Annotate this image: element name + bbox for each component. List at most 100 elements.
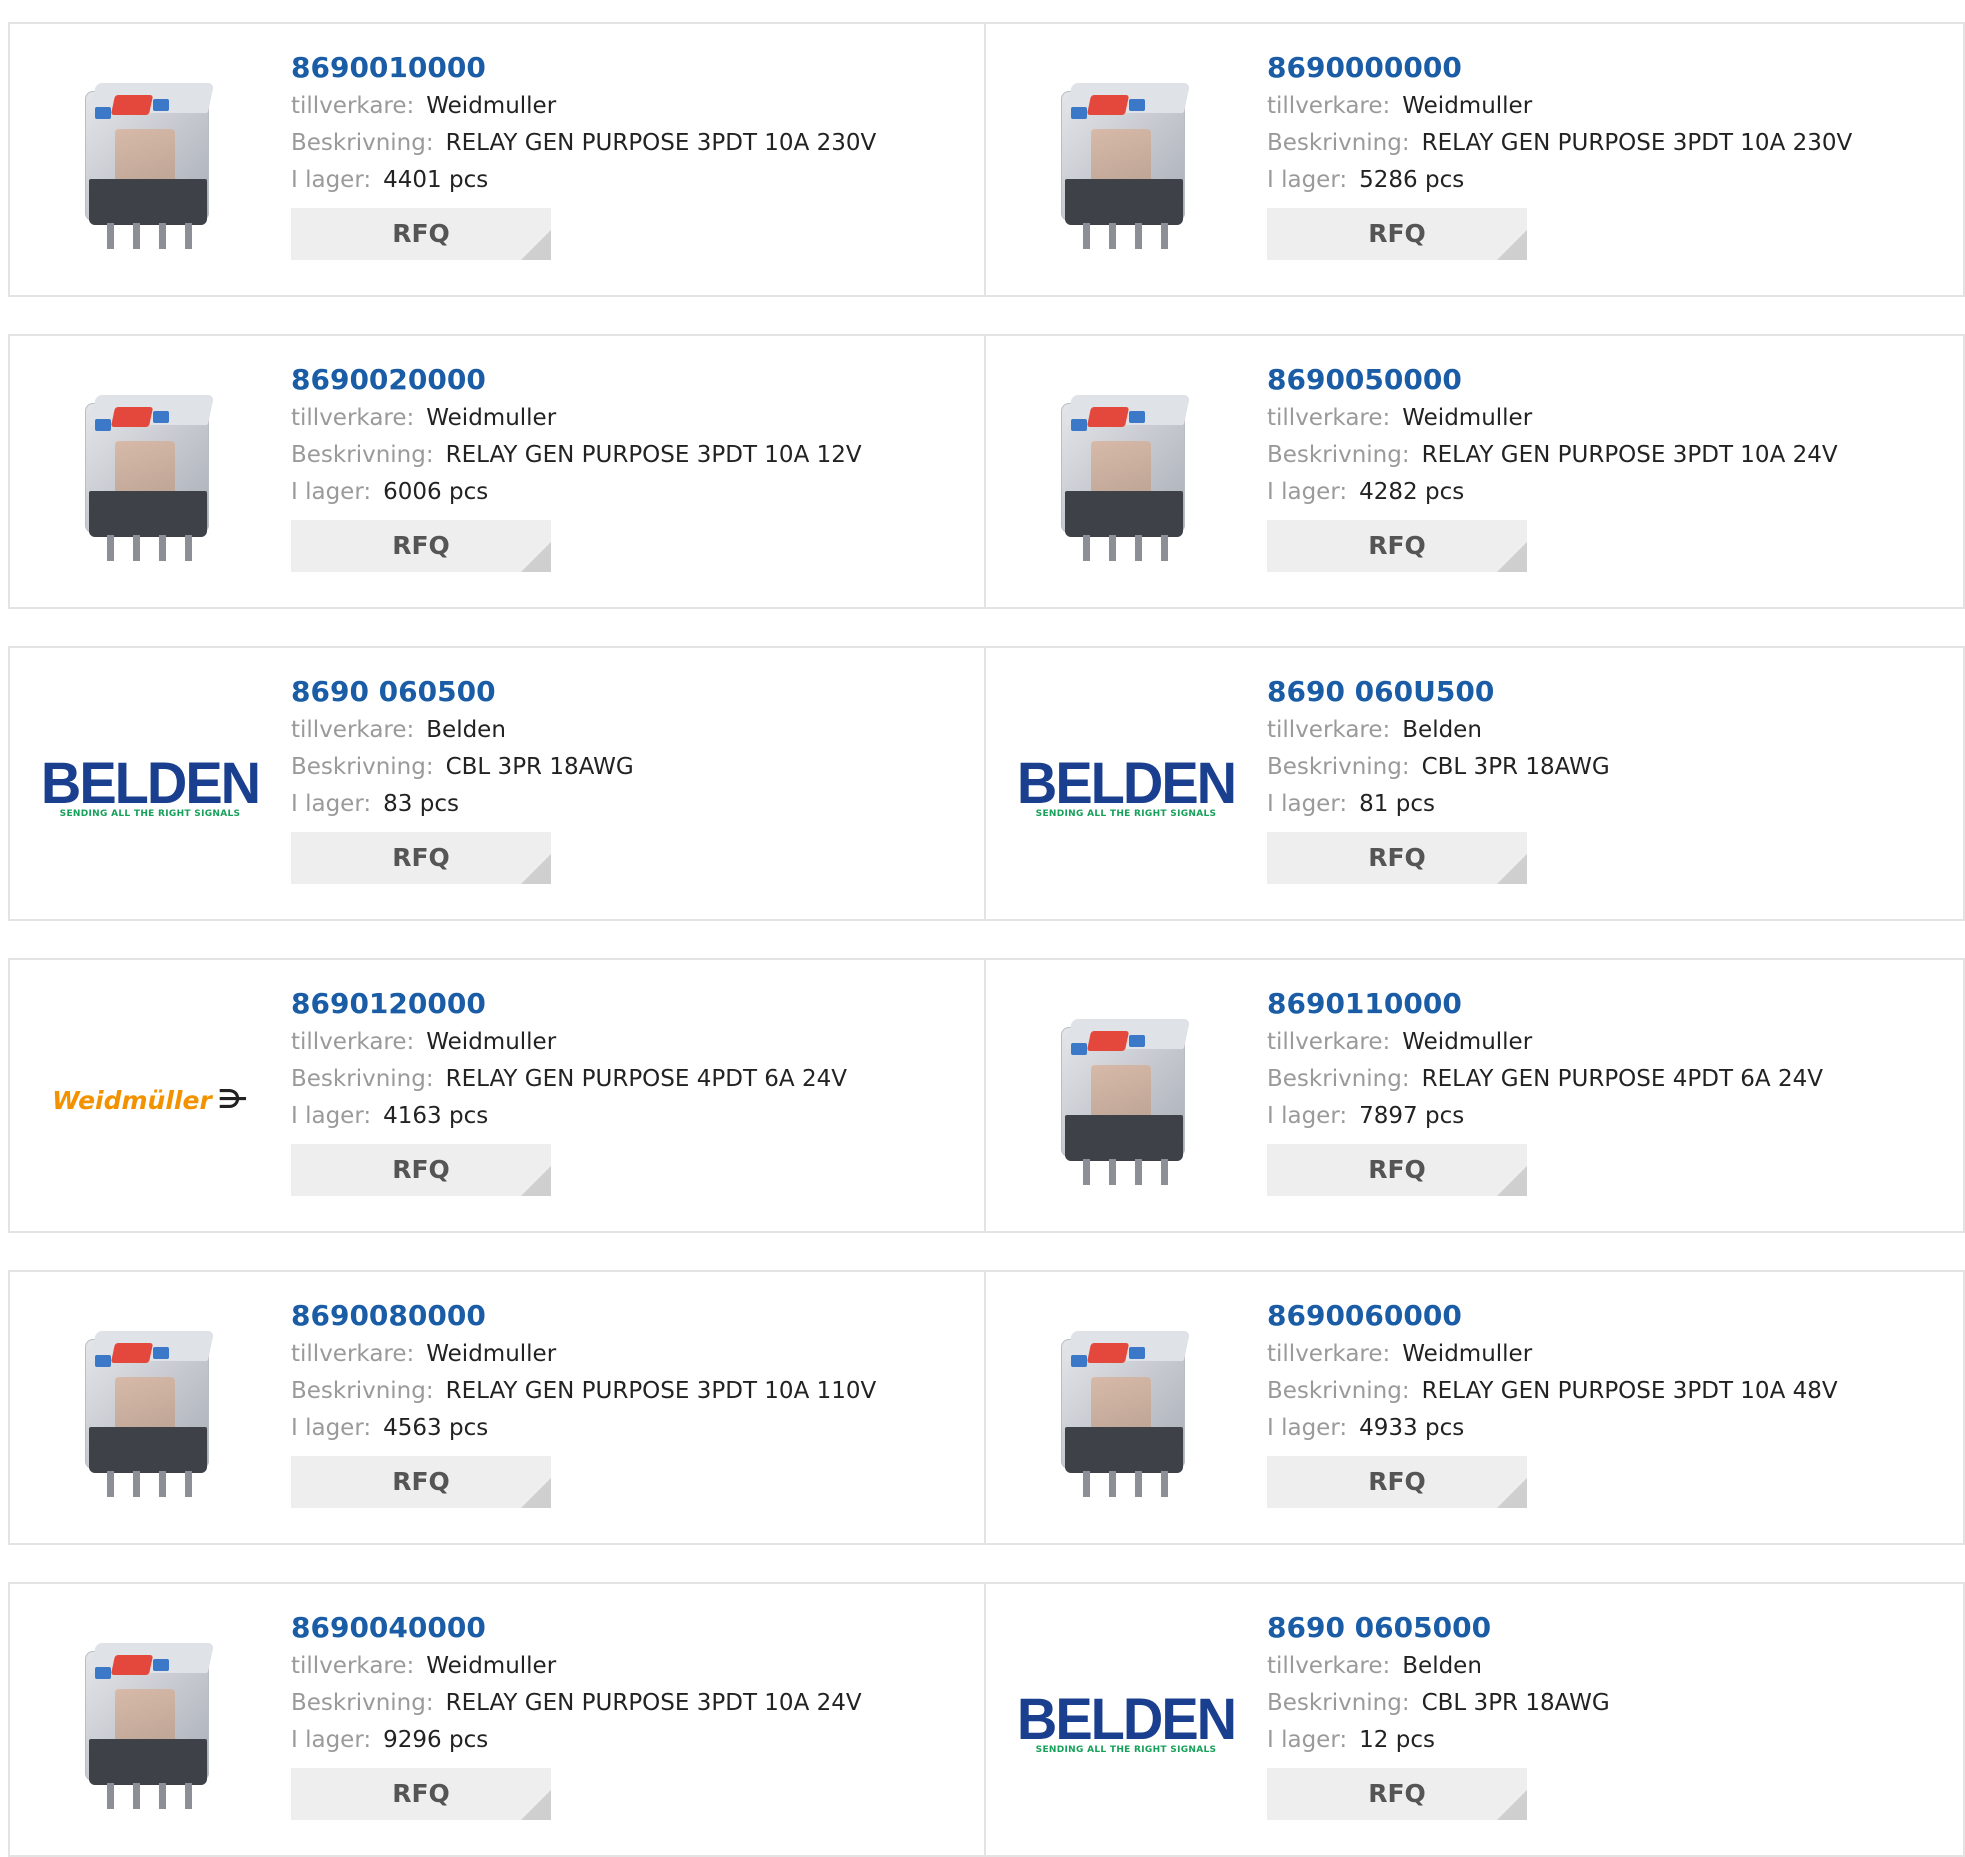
- product-card: 8690000000 tillverkare: Weidmuller Beskri…: [986, 22, 1965, 297]
- manufacturer-row: tillverkare: Weidmuller: [1267, 1024, 1953, 1061]
- stock-value: 4933 pcs: [1359, 1415, 1465, 1441]
- rfq-button[interactable]: RFQ: [1267, 1456, 1527, 1508]
- relay-product-image[interactable]: [75, 381, 225, 571]
- product-thumbnail[interactable]: BELDEN SENDING ALL THE RIGHT SIGNALS: [1017, 1624, 1237, 1824]
- relay-pin: [159, 223, 166, 249]
- description-value: RELAY GEN PURPOSE 3PDT 10A 24V: [1421, 442, 1838, 468]
- product-card: 8690060000 tillverkare: Weidmuller Beskri…: [986, 1270, 1965, 1545]
- product-thumbnail[interactable]: [1026, 64, 1226, 264]
- part-number-link[interactable]: 8690080000: [291, 1296, 974, 1336]
- part-number-link[interactable]: 8690020000: [291, 360, 974, 400]
- stock-value: 7897 pcs: [1359, 1103, 1465, 1129]
- relay-blue-indicator: [153, 99, 169, 111]
- belden-logo[interactable]: BELDEN SENDING ALL THE RIGHT SIGNALS: [1017, 1689, 1237, 1755]
- description-value: RELAY GEN PURPOSE 4PDT 6A 24V: [1421, 1066, 1823, 1092]
- product-thumbnail[interactable]: [1026, 1312, 1226, 1512]
- relay-pin: [159, 535, 166, 561]
- rfq-button[interactable]: RFQ: [291, 520, 551, 572]
- description-label: Beskrivning:: [291, 1378, 434, 1404]
- description-label: Beskrivning:: [1267, 754, 1410, 780]
- part-number-link[interactable]: 8690060000: [1267, 1296, 1953, 1336]
- description-value: RELAY GEN PURPOSE 3PDT 10A 230V: [1421, 130, 1853, 156]
- relay-product-image[interactable]: [1051, 381, 1201, 571]
- product-card: BELDEN SENDING ALL THE RIGHT SIGNALS 869…: [8, 646, 986, 921]
- rfq-corner-decoration: [1497, 542, 1527, 572]
- rfq-button[interactable]: RFQ: [291, 208, 551, 260]
- product-thumbnail[interactable]: BELDEN SENDING ALL THE RIGHT SIGNALS: [41, 688, 261, 888]
- relay-pin: [107, 1471, 114, 1497]
- description-row: Beskrivning: RELAY GEN PURPOSE 3PDT 10A 2…: [1267, 437, 1953, 474]
- product-card: 8690050000 tillverkare: Weidmuller Beskri…: [986, 334, 1965, 609]
- rfq-button[interactable]: RFQ: [291, 832, 551, 884]
- belden-logo[interactable]: BELDEN SENDING ALL THE RIGHT SIGNALS: [41, 753, 261, 819]
- part-number-link[interactable]: 8690110000: [1267, 984, 1953, 1024]
- product-thumbnail[interactable]: [50, 64, 250, 264]
- part-number-link[interactable]: 8690000000: [1267, 48, 1953, 88]
- manufacturer-value: Weidmuller: [426, 93, 557, 119]
- rfq-button[interactable]: RFQ: [291, 1768, 551, 1820]
- product-thumbnail[interactable]: [50, 1624, 250, 1824]
- part-number-link[interactable]: 8690050000: [1267, 360, 1953, 400]
- product-card: 8690020000 tillverkare: Weidmuller Beskri…: [8, 334, 986, 609]
- description-row: Beskrivning: RELAY GEN PURPOSE 4PDT 6A 24…: [1267, 1061, 1953, 1098]
- description-label: Beskrivning:: [291, 754, 434, 780]
- stock-value: 12 pcs: [1359, 1727, 1435, 1753]
- description-row: Beskrivning: RELAY GEN PURPOSE 3PDT 10A 4…: [1267, 1373, 1953, 1410]
- description-label: Beskrivning:: [291, 1066, 434, 1092]
- product-info: 8690110000 tillverkare: Weidmuller Beskri…: [1267, 984, 1953, 1196]
- weidmuller-logo[interactable]: Weidmüller ⋺: [52, 1085, 248, 1115]
- product-thumbnail[interactable]: [1026, 1000, 1226, 1200]
- part-number-link[interactable]: 8690 060500: [291, 672, 974, 712]
- relay-product-image[interactable]: [75, 69, 225, 259]
- product-thumbnail[interactable]: [50, 1312, 250, 1512]
- manufacturer-label: tillverkare:: [291, 93, 415, 119]
- stock-row: I lager: 4163 pcs: [291, 1098, 974, 1135]
- rfq-corner-decoration: [1497, 1790, 1527, 1820]
- manufacturer-label: tillverkare:: [291, 405, 415, 431]
- product-thumbnail[interactable]: [1026, 376, 1226, 576]
- product-info: 8690120000 tillverkare: Weidmuller Beskri…: [291, 984, 974, 1196]
- description-label: Beskrivning:: [1267, 1690, 1410, 1716]
- relay-pin: [1109, 535, 1116, 561]
- product-thumbnail[interactable]: BELDEN SENDING ALL THE RIGHT SIGNALS: [1017, 688, 1237, 888]
- rfq-button[interactable]: RFQ: [1267, 208, 1527, 260]
- relay-pin: [1083, 1471, 1090, 1497]
- stock-value: 4163 pcs: [383, 1103, 489, 1129]
- product-thumbnail[interactable]: Weidmüller ⋺: [50, 1000, 250, 1200]
- relay-blue-indicator: [95, 419, 111, 431]
- rfq-corner-decoration: [1497, 230, 1527, 260]
- rfq-button[interactable]: RFQ: [291, 1456, 551, 1508]
- rfq-label: RFQ: [1368, 1779, 1426, 1808]
- part-number-link[interactable]: 8690040000: [291, 1608, 974, 1648]
- relay-blue-indicator: [1129, 1035, 1145, 1047]
- relay-blue-indicator: [153, 1659, 169, 1671]
- relay-pin: [133, 223, 140, 249]
- part-number-link[interactable]: 8690 060U500: [1267, 672, 1953, 712]
- relay-product-image[interactable]: [1051, 1317, 1201, 1507]
- relay-product-image[interactable]: [75, 1629, 225, 1819]
- stock-label: I lager:: [291, 479, 372, 505]
- part-number-link[interactable]: 8690010000: [291, 48, 974, 88]
- relay-base: [1065, 491, 1183, 537]
- relay-product-image[interactable]: [1051, 1005, 1201, 1195]
- description-row: Beskrivning: RELAY GEN PURPOSE 3PDT 10A 1…: [291, 1373, 974, 1410]
- relay-red-indicator: [110, 1655, 154, 1675]
- product-info: 8690010000 tillverkare: Weidmuller Beskri…: [291, 48, 974, 260]
- product-thumbnail[interactable]: [50, 376, 250, 576]
- manufacturer-row: tillverkare: Belden: [291, 712, 974, 749]
- rfq-button[interactable]: RFQ: [1267, 520, 1527, 572]
- weidmuller-logo-icon: ⋺: [217, 1085, 248, 1115]
- relay-pin: [133, 1783, 140, 1809]
- belden-logo[interactable]: BELDEN SENDING ALL THE RIGHT SIGNALS: [1017, 753, 1237, 819]
- manufacturer-row: tillverkare: Weidmuller: [1267, 88, 1953, 125]
- rfq-button[interactable]: RFQ: [1267, 1768, 1527, 1820]
- rfq-button[interactable]: RFQ: [1267, 832, 1527, 884]
- relay-product-image[interactable]: [1051, 69, 1201, 259]
- rfq-button[interactable]: RFQ: [1267, 1144, 1527, 1196]
- description-label: Beskrivning:: [1267, 1066, 1410, 1092]
- relay-blue-indicator: [153, 411, 169, 423]
- rfq-button[interactable]: RFQ: [291, 1144, 551, 1196]
- relay-product-image[interactable]: [75, 1317, 225, 1507]
- part-number-link[interactable]: 8690 0605000: [1267, 1608, 1953, 1648]
- part-number-link[interactable]: 8690120000: [291, 984, 974, 1024]
